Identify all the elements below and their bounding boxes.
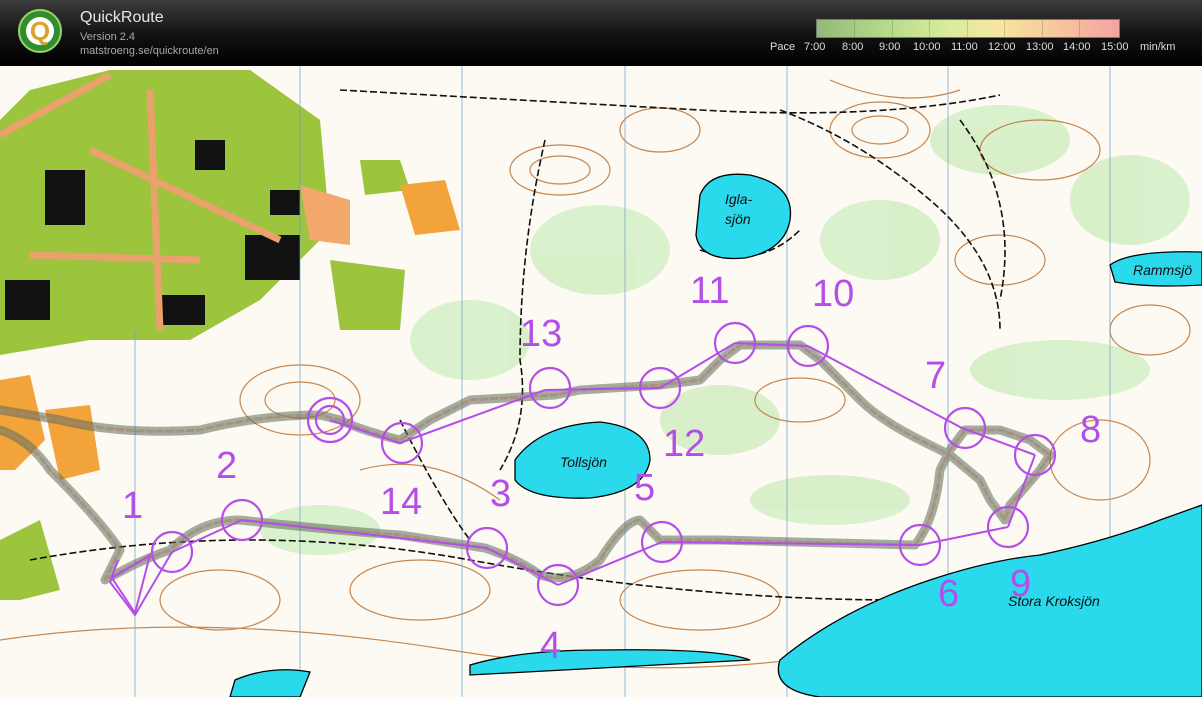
control-number: 7 (925, 355, 946, 397)
orienteering-map[interactable]: Igla- sjön Tollsjön Rammsjö Stora Kroksj… (0, 66, 1202, 698)
pace-color-scale (816, 19, 1120, 38)
app-url[interactable]: matstroeng.se/quickroute/en (80, 45, 219, 57)
map-canvas: Igla- sjön Tollsjön Rammsjö Stora Kroksj… (0, 66, 1202, 698)
pace-unit: min/km (1140, 41, 1176, 53)
pace-tick: 12:00 (988, 41, 1016, 53)
pace-tick: 11:00 (951, 41, 978, 53)
control-number: 12 (663, 423, 705, 465)
pace-tick: 13:00 (1026, 41, 1054, 53)
control-number: 1 (122, 485, 143, 527)
app-version: Version 2.4 (80, 31, 136, 43)
pace-tick: 7:00 (804, 41, 826, 53)
pace-tick: 14:00 (1063, 41, 1091, 53)
label-tollsjon: Tollsjön (560, 454, 607, 470)
control-number: 10 (812, 273, 854, 315)
control-number: 14 (380, 481, 422, 523)
pace-tick: 8:00 (842, 41, 864, 53)
pace-tick: 9:00 (879, 41, 901, 53)
label-iglasjon: sjön (725, 211, 751, 227)
control-number: 5 (634, 467, 655, 509)
pace-tick: 10:00 (913, 41, 941, 53)
control-number: 11 (690, 270, 729, 312)
label-iglasjon: Igla- (725, 191, 753, 207)
app-title: QuickRoute (80, 9, 164, 26)
control-number: 6 (938, 573, 959, 615)
control-number: 3 (490, 473, 511, 515)
control-number: 2 (216, 445, 237, 487)
control-number: 4 (540, 625, 561, 667)
pace-tick: 15:00 (1101, 41, 1129, 53)
control-number: 8 (1080, 409, 1101, 451)
svg-text:Q: Q (30, 16, 50, 46)
control-number: 9 (1010, 563, 1031, 605)
quickroute-logo-icon: Q (18, 9, 62, 53)
app-header: Q QuickRoute Version 2.4 matstroeng.se/q… (0, 0, 1202, 66)
pace-label: Pace (770, 41, 796, 53)
label-rammsjon: Rammsjö (1133, 262, 1192, 278)
control-number: 13 (520, 313, 562, 355)
